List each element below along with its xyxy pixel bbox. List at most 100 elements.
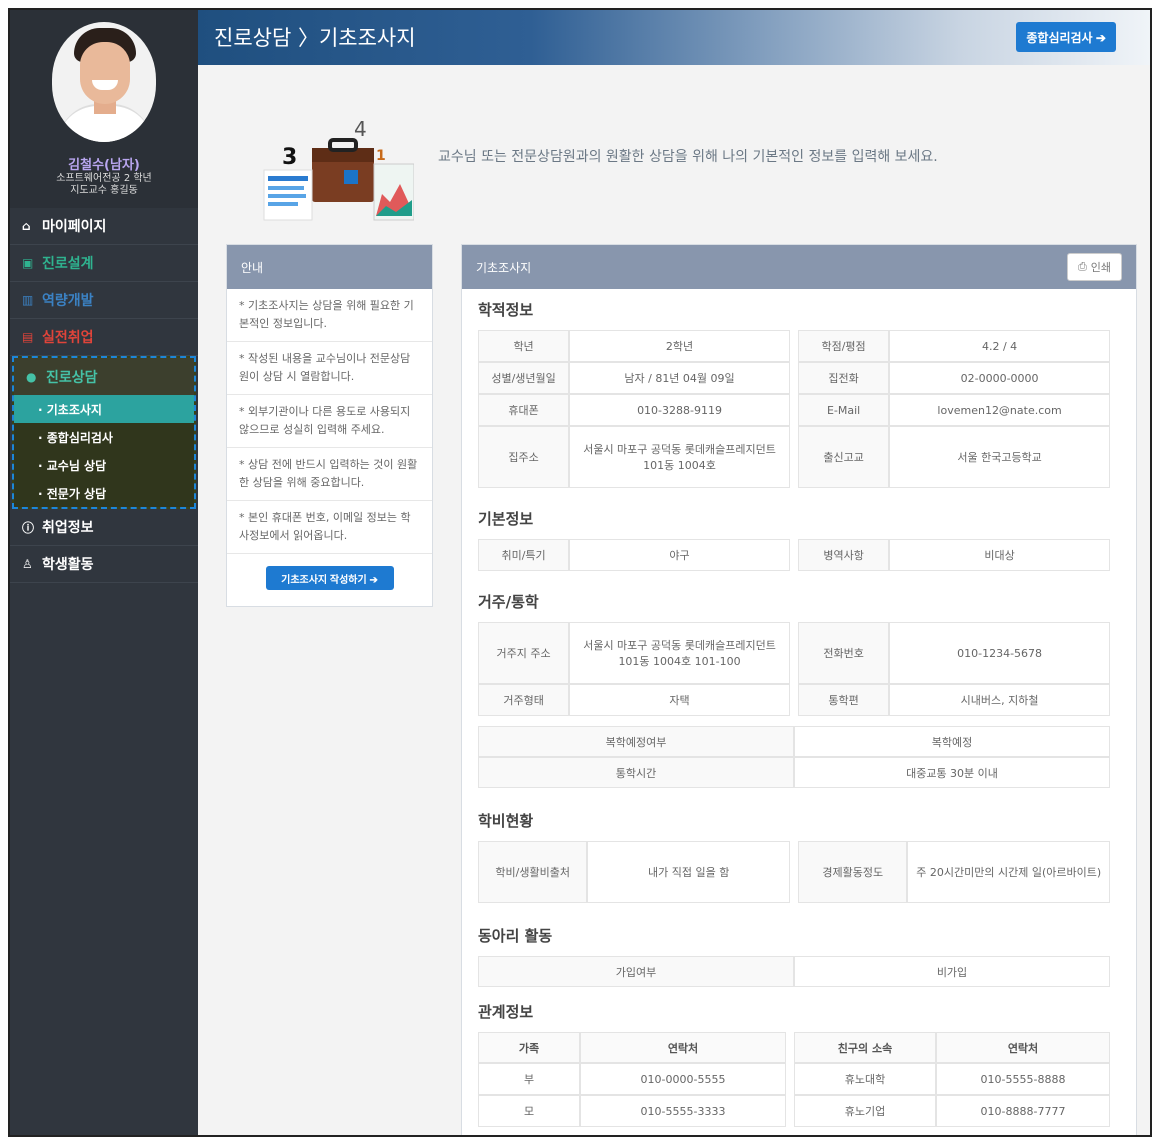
table-cell: 출신고교: [798, 426, 890, 488]
section-title-basic: 기본정보: [478, 510, 534, 528]
table-row: 복학예정여부 복학예정: [478, 726, 1110, 757]
svg-text:3: 3: [282, 145, 297, 170]
profile-dept: 소프트웨어전공 2 학년: [56, 173, 152, 184]
table-header: 연락처: [580, 1032, 786, 1063]
sidebar-item-label: 학생활동: [42, 557, 94, 573]
sidebar-item-mypage[interactable]: ⌂ 마이페이지: [10, 208, 198, 245]
table-cell: 복학예정여부: [478, 726, 794, 757]
profile-advisor: 지도교수 홍길동: [70, 185, 138, 196]
table-cell: 010-3288-9119: [569, 394, 790, 426]
survey-panel: 기초조사지 ⎙ 인쇄 학적정보 학년 2학년 학점/평점 4.2 / 4 성별/…: [461, 244, 1137, 1135]
presentation-icon: ▣: [22, 256, 34, 270]
table-cell: 비가입: [794, 956, 1110, 987]
table-cell: 주 20시간미만의 시간제 일(아르바이트): [907, 841, 1110, 903]
print-button[interactable]: ⎙ 인쇄: [1066, 253, 1122, 281]
survey-panel-header: 기초조사지 ⎙ 인쇄: [462, 245, 1136, 289]
sidebar-item-job[interactable]: ▤ 실전취업: [10, 319, 198, 356]
page-header: 진로상담 〉기초조사지 종합심리검사 ➔: [198, 10, 1150, 65]
table-cell: 내가 직접 일을 함: [587, 841, 790, 903]
section-title-relation: 관계정보: [478, 1003, 534, 1021]
submenu-basic-survey[interactable]: · 기초조사지: [14, 395, 194, 423]
guide-item: * 작성된 내용을 교수님이나 전문상담원이 상담 시 열람합니다.: [227, 342, 432, 395]
guide-item: * 상담 전에 반드시 입력하는 것이 원활한 상담을 위해 중요합니다.: [227, 448, 432, 501]
table-cell: 통학편: [798, 684, 890, 716]
table-header-row: 가족 연락처 친구의 소속 연락처: [478, 1032, 1110, 1063]
table-row: 거주지 주소 서울시 마포구 공덕동 롯데캐슬프레지던트 101동 1004호 …: [478, 622, 1110, 684]
table-cell: 전화번호: [798, 622, 890, 684]
table-row: 학비/생활비출처 내가 직접 일을 함 경제활동정도 주 20시간미만의 시간제…: [478, 841, 1110, 903]
table-cell: 집전화: [798, 362, 890, 394]
sidebar-item-career-design[interactable]: ▣ 진로설계: [10, 245, 198, 282]
relation-table: 가족 연락처 친구의 소속 연락처 부 010-0000-5555 휴노대학 0…: [478, 1032, 1110, 1127]
return-school-table: 복학예정여부 복학예정 통학시간 대중교통 30분 이내: [478, 726, 1110, 788]
table-cell: 010-8888-7777: [936, 1095, 1110, 1127]
table-cell: 경제활동정도: [798, 841, 908, 903]
svg-text:4: 4: [354, 120, 367, 141]
briefcase-illustration-icon: 3 4 1: [263, 120, 414, 221]
submenu-expert-counsel[interactable]: · 전문가 상담: [14, 479, 194, 507]
write-survey-button[interactable]: 기초조사지 작성하기 ➔: [265, 566, 394, 590]
table-row: 거주형태 자택 통학편 시내버스, 지하철: [478, 684, 1110, 716]
table-cell: E-Mail: [798, 394, 890, 426]
table-cell: 부: [478, 1063, 580, 1095]
guide-item: * 본인 휴대폰 번호, 이메일 정보는 학사정보에서 읽어옵니다.: [227, 501, 432, 554]
chart-icon: ▥: [22, 293, 34, 307]
table-cell: 복학예정: [794, 726, 1110, 757]
table-row: 집주소 서울시 마포구 공덕동 롯데캐슬프레지던트 101동 1004호 출신고…: [478, 426, 1110, 488]
table-header: 가족: [478, 1032, 580, 1063]
sidebar-item-activity[interactable]: ♙ 학생활동: [10, 546, 198, 583]
sidebar-item-label: 취업정보: [42, 520, 94, 536]
table-cell: 남자 / 81년 04월 09일: [569, 362, 790, 394]
table-row: 부 010-0000-5555 휴노대학 010-5555-8888: [478, 1063, 1110, 1095]
academic-table: 학년 2학년 학점/평점 4.2 / 4 성별/생년월일 남자 / 81년 04…: [478, 330, 1110, 488]
briefcase-icon: ▤: [22, 330, 34, 344]
table-header: 연락처: [936, 1032, 1110, 1063]
residence-table: 거주지 주소 서울시 마포구 공덕동 롯데캐슬프레지던트 101동 1004호 …: [478, 622, 1110, 716]
table-cell: 휴노대학: [794, 1063, 936, 1095]
table-cell: 대중교통 30분 이내: [794, 757, 1110, 788]
table-row: 성별/생년월일 남자 / 81년 04월 09일 집전화 02-0000-000…: [478, 362, 1110, 394]
table-cell: 비대상: [889, 539, 1110, 571]
table-cell: 010-0000-5555: [580, 1063, 786, 1095]
sidebar-item-label: 진로상담: [46, 369, 98, 386]
survey-title: 기초조사지: [476, 260, 532, 275]
table-cell: 취미/특기: [478, 539, 570, 571]
table-cell: 통학시간: [478, 757, 794, 788]
counsel-menu-group: ● 진로상담 · 기초조사지 · 종합심리검사 · 교수님 상담 · 전문가 상…: [12, 356, 196, 509]
table-cell: 010-5555-3333: [580, 1095, 786, 1127]
section-title-academic: 학적정보: [478, 301, 534, 319]
submenu-psych-test[interactable]: · 종합심리검사: [14, 423, 194, 451]
guide-item: * 기초조사지는 상담을 위해 필요한 기본적인 정보입니다.: [227, 289, 432, 342]
table-cell: 서울 한국고등학교: [889, 426, 1110, 488]
sidebar-item-counsel[interactable]: ● 진로상담: [14, 358, 194, 395]
table-cell: 학점/평점: [798, 330, 890, 362]
sidebar-item-label: 진로설계: [42, 256, 94, 272]
breadcrumb: 진로상담 〉기초조사지: [214, 26, 416, 50]
table-cell: 010-5555-8888: [936, 1063, 1110, 1095]
printer-icon: ⎙: [1077, 260, 1087, 273]
submenu-professor-counsel[interactable]: · 교수님 상담: [14, 451, 194, 479]
table-row: 휴대폰 010-3288-9119 E-Mail lovemen12@nate.…: [478, 394, 1110, 426]
table-cell: lovemen12@nate.com: [889, 394, 1110, 426]
table-row: 학년 2학년 학점/평점 4.2 / 4: [478, 330, 1110, 362]
psych-test-button[interactable]: 종합심리검사 ➔: [1016, 22, 1116, 52]
sidebar-item-label: 역량개발: [42, 293, 94, 309]
table-cell: 모: [478, 1095, 580, 1127]
sidebar-item-ability[interactable]: ▥ 역량개발: [10, 282, 198, 319]
intro-text: 교수님 또는 전문상담원과의 원활한 상담을 위해 나의 기본적인 정보를 입력…: [438, 149, 938, 165]
table-cell: 시내버스, 지하철: [889, 684, 1110, 716]
avatar: [52, 22, 156, 142]
guide-item: * 외부기관이나 다른 용도로 사용되지 않으므로 성실히 입력해 주세요.: [227, 395, 432, 448]
sidebar-item-employment[interactable]: ⓘ 취업정보: [10, 509, 198, 546]
users-icon: ♙: [22, 557, 33, 571]
table-cell: 거주형태: [478, 684, 570, 716]
table-row: 가입여부 비가입: [478, 956, 1110, 987]
table-cell: 자택: [569, 684, 790, 716]
table-cell: 010-1234-5678: [889, 622, 1110, 684]
guide-panel: 안내 * 기초조사지는 상담을 위해 필요한 기본적인 정보입니다. * 작성된…: [226, 244, 433, 607]
basic-table: 취미/특기 야구 병역사항 비대상: [478, 539, 1110, 571]
table-cell: 집주소: [478, 426, 570, 488]
table-cell: 휴대폰: [478, 394, 570, 426]
table-cell: 성별/생년월일: [478, 362, 570, 394]
table-cell: 야구: [569, 539, 790, 571]
